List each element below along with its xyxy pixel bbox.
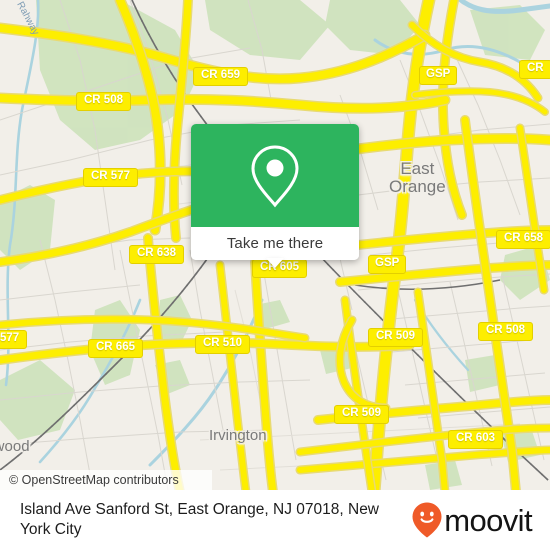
road-shield: GSP: [419, 66, 458, 85]
map-attribution[interactable]: © OpenStreetMap contributors: [0, 470, 212, 490]
popup-header: [191, 124, 359, 227]
road-shield: GSP: [368, 255, 407, 274]
road-shield: CR 509: [368, 328, 423, 347]
attribution-text: © OpenStreetMap contributors: [9, 473, 179, 487]
moovit-map-screenshot: .rd { stroke:#fdee00; fill:none; stroke-…: [0, 0, 550, 550]
map-canvas[interactable]: .rd { stroke:#fdee00; fill:none; stroke-…: [0, 0, 550, 490]
moovit-smiley-pin-icon: [412, 502, 442, 538]
road-shield: CR 603: [448, 430, 503, 449]
road-shield: CR 509: [334, 405, 389, 424]
road-shield: CR 658: [496, 230, 550, 249]
take-me-there-popup[interactable]: Take me there: [191, 124, 359, 268]
footer-bar: Island Ave Sanford St, East Orange, NJ 0…: [0, 490, 550, 550]
popup-footer[interactable]: Take me there: [191, 227, 359, 260]
take-me-there-button[interactable]: Take me there: [227, 235, 323, 252]
road-shield: CR 638: [129, 245, 184, 264]
address-text: Island Ave Sanford St, East Orange, NJ 0…: [20, 500, 380, 538]
map-pin-icon: [251, 144, 299, 207]
moovit-logo[interactable]: moovit: [412, 502, 550, 538]
road-shield: CR: [519, 60, 550, 79]
road-shield: CR 508: [478, 322, 533, 341]
road-shield: 577: [0, 330, 28, 349]
road-shield: CR 508: [76, 92, 131, 111]
road-shield: CR 659: [193, 67, 248, 86]
road-shield: CR 665: [88, 339, 143, 358]
moovit-wordmark: moovit: [444, 502, 532, 538]
popup-pointer-tail: [266, 258, 284, 268]
road-shield: CR 510: [195, 335, 250, 354]
road-shield: CR 577: [83, 168, 138, 187]
